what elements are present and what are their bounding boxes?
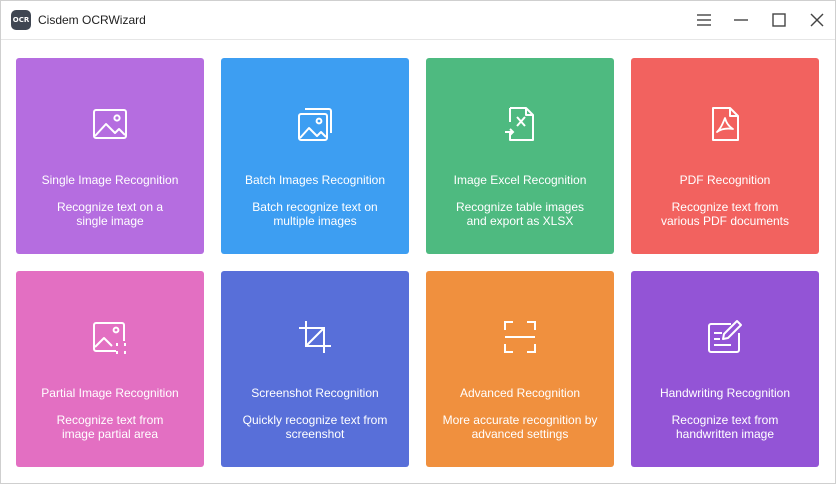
title-bar: OCR Cisdem OCRWizard <box>1 1 835 40</box>
card-description: Recognize text from handwritten image <box>641 413 809 441</box>
card-description: Quickly recognize text from screenshot <box>231 413 399 441</box>
card-description-line: advanced settings <box>471 427 569 441</box>
maximize-icon <box>772 13 786 27</box>
card-description: Batch recognize text on multiple images <box>231 200 399 228</box>
card-handwriting-recognition[interactable]: Handwriting Recognition Recognize text f… <box>631 271 819 467</box>
hamburger-menu-icon <box>697 14 711 26</box>
card-title: PDF Recognition <box>679 173 771 187</box>
edit-note-icon <box>708 320 742 353</box>
card-description-line: single image <box>76 214 144 228</box>
card-batch-images-recognition[interactable]: Batch Images Recognition Batch recognize… <box>221 58 409 254</box>
card-description-line: various PDF documents <box>660 214 790 228</box>
card-description: Recognize text on a single image <box>26 200 194 228</box>
crop-icon <box>299 321 331 353</box>
image-icon <box>93 109 127 139</box>
card-description-line: Recognize text from <box>671 200 779 214</box>
card-description-line: Recognize text from <box>56 413 164 427</box>
card-description-line: Recognize table images <box>455 200 585 214</box>
card-advanced-recognition[interactable]: Advanced Recognition More accurate recog… <box>426 271 614 467</box>
card-title: Screenshot Recognition <box>251 386 379 400</box>
card-description: Recognize table images and export as XLS… <box>436 200 604 228</box>
card-description-line: More accurate recognition by <box>442 413 598 427</box>
pdf-file-icon <box>712 107 739 141</box>
close-icon <box>810 13 824 27</box>
card-title: Single Image Recognition <box>41 173 179 187</box>
card-image-excel-recognition[interactable]: Image Excel Recognition Recognize table … <box>426 58 614 254</box>
minimize-button[interactable] <box>730 9 752 31</box>
app-window: OCR Cisdem OCRWizard Single Image Recogn… <box>0 0 836 484</box>
maximize-button[interactable] <box>768 9 790 31</box>
excel-file-icon <box>505 107 534 141</box>
scan-frame-icon <box>504 321 536 353</box>
card-description-line: Quickly recognize text from <box>242 413 388 427</box>
card-description: More accurate recognition by advanced se… <box>436 413 604 441</box>
menu-button[interactable] <box>693 9 715 31</box>
card-title: Handwriting Recognition <box>659 386 791 400</box>
minimize-icon <box>734 19 748 21</box>
card-description-line: handwritten image <box>675 427 775 441</box>
card-description-line: Recognize text on a <box>56 200 164 214</box>
card-description-line: screenshot <box>285 427 345 441</box>
card-pdf-recognition[interactable]: PDF Recognition Recognize text from vari… <box>631 58 819 254</box>
card-title: Advanced Recognition <box>459 386 581 400</box>
card-description: Recognize text from various PDF document… <box>641 200 809 228</box>
app-title: Cisdem OCRWizard <box>38 13 146 27</box>
card-screenshot-recognition[interactable]: Screenshot Recognition Quickly recognize… <box>221 271 409 467</box>
card-description-line: Recognize text from <box>671 413 779 427</box>
card-title: Image Excel Recognition <box>453 173 587 187</box>
card-description-line: and export as XLSX <box>466 214 574 228</box>
images-stack-icon <box>298 108 332 141</box>
card-description: Recognize text from image partial area <box>26 413 194 441</box>
card-partial-image-recognition[interactable]: Partial Image Recognition Recognize text… <box>16 271 204 467</box>
app-logo-icon: OCR <box>11 10 31 30</box>
card-title: Partial Image Recognition <box>41 386 179 400</box>
image-partial-icon <box>93 322 126 354</box>
card-description-line: Batch recognize text on <box>252 200 378 214</box>
recognition-grid: Single Image Recognition Recognize text … <box>1 41 835 483</box>
card-single-image-recognition[interactable]: Single Image Recognition Recognize text … <box>16 58 204 254</box>
card-description-line: image partial area <box>61 427 159 441</box>
close-button[interactable] <box>806 9 828 31</box>
card-title: Batch Images Recognition <box>244 173 386 187</box>
card-description-line: multiple images <box>273 214 357 228</box>
